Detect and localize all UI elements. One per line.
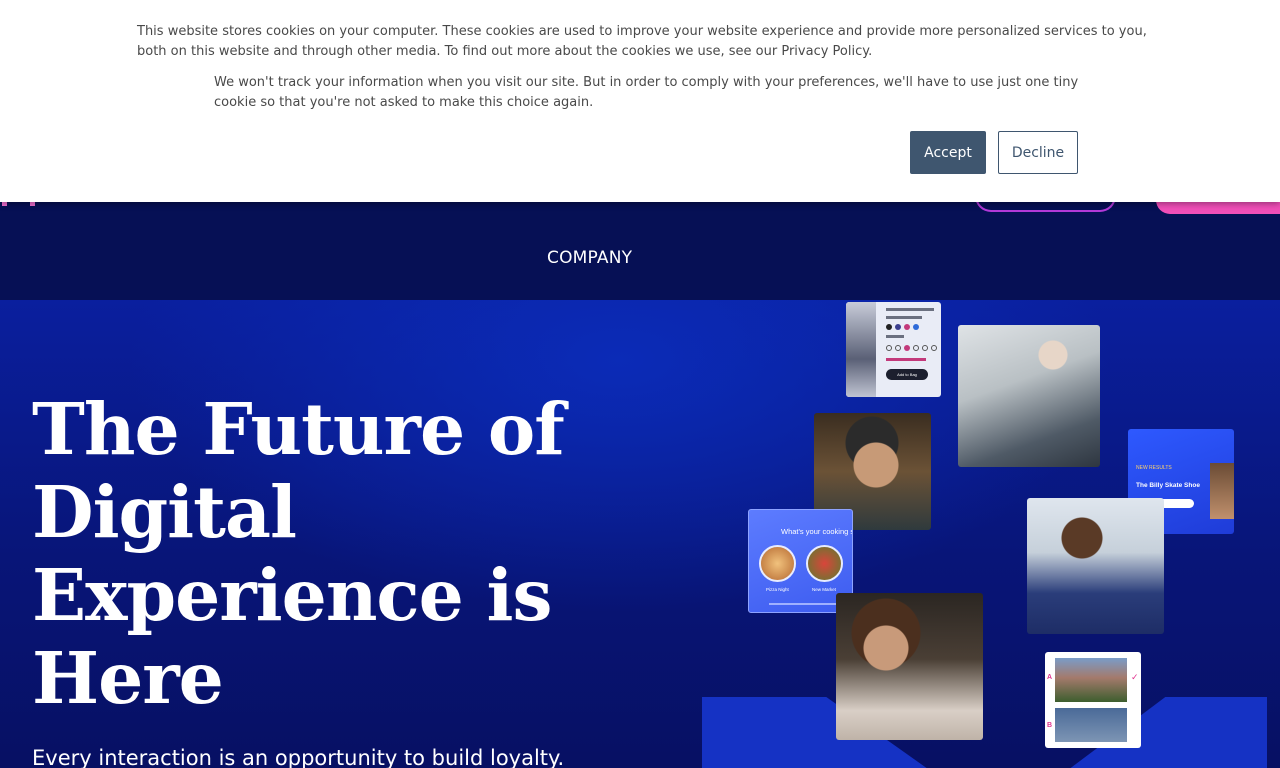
skate-card-product-name: The Billy Skate Shoe xyxy=(1136,482,1200,489)
cooking-option-a: Pizza Night xyxy=(766,587,789,592)
pizza-plate-image xyxy=(759,545,796,582)
woman-with-phone-photo xyxy=(958,325,1100,467)
variant-b-label: B xyxy=(1047,722,1053,729)
hero-section: The Future of Digital Experience is Here… xyxy=(0,300,1280,768)
cooking-option-b: New Market xyxy=(812,587,837,592)
skate-shoe-image xyxy=(1210,463,1234,519)
hero-subtitle: Every interaction is an opportunity to b… xyxy=(32,746,565,768)
check-icon: ✓ xyxy=(1131,672,1139,682)
cookie-preference-message: We won't track your information when you… xyxy=(214,75,1079,110)
accept-button[interactable]: Accept xyxy=(910,131,986,174)
variant-b-image xyxy=(1055,708,1127,742)
ab-test-card: A ✓ B xyxy=(1045,652,1141,748)
man-in-suit-photo xyxy=(1027,498,1164,634)
decline-button[interactable]: Decline xyxy=(998,131,1078,174)
cooking-progress-bar xyxy=(769,603,839,605)
product-model-image xyxy=(846,302,876,397)
woman-with-tablet-photo xyxy=(836,593,983,740)
variant-a-label: A xyxy=(1047,674,1053,681)
add-to-bag-button: Add to Bag xyxy=(886,369,928,380)
hero-title: The Future of Digital Experience is Here xyxy=(32,387,565,720)
product-card-image: Add to Bag xyxy=(846,302,941,397)
cookie-consent-banner: This website stores cookies on your comp… xyxy=(0,0,1280,202)
nav-item-company[interactable]: COMPANY xyxy=(547,248,632,268)
hero-chevron-shape xyxy=(702,697,1267,768)
variant-a-image xyxy=(1055,658,1127,702)
market-plate-image xyxy=(806,545,843,582)
cookie-message: This website stores cookies on your comp… xyxy=(137,24,1147,59)
skate-card-tag: NEW RESULTS xyxy=(1136,465,1172,471)
cooking-quiz-question: What's your cooking s xyxy=(781,527,853,536)
